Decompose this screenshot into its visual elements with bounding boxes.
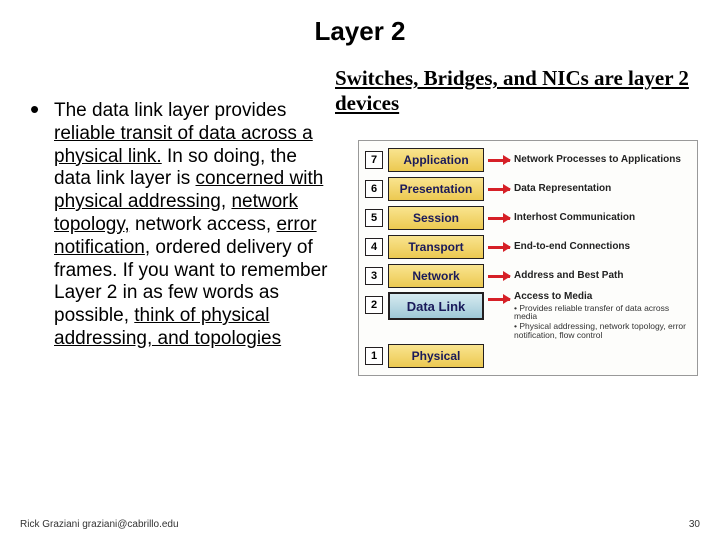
arrow-right-icon: [484, 298, 514, 301]
arrow-right-icon: [484, 188, 514, 191]
layer-box: Transport: [388, 235, 484, 259]
body-seg: network access,: [130, 214, 277, 235]
bullet-icon: •: [30, 100, 39, 118]
layer-desc: Access to Media Provides reliable transf…: [514, 292, 691, 340]
layer-box: Network: [388, 264, 484, 288]
osi-row: 6 Presentation Data Representation: [365, 176, 691, 202]
arrow-right-icon: [484, 217, 514, 220]
arrow-right-icon: [484, 159, 514, 162]
osi-row: 5 Session Interhost Communication: [365, 205, 691, 231]
layer-box: Application: [388, 148, 484, 172]
arrow-right-icon: [484, 275, 514, 278]
layer-desc: Network Processes to Applications: [514, 155, 691, 166]
layer-desc: End-to-end Connections: [514, 242, 691, 253]
layer-desc-sub: Physical addressing, network topology, e…: [514, 322, 691, 340]
layer-number: 6: [365, 180, 383, 198]
layer-number: 7: [365, 151, 383, 169]
osi-row: 1 Physical: [365, 343, 691, 369]
osi-row: 3 Network Address and Best Path: [365, 263, 691, 289]
layer-desc-sub: Provides reliable transfer of data acros…: [514, 304, 691, 322]
layer-desc: Address and Best Path: [514, 271, 691, 282]
layer-number: 5: [365, 209, 383, 227]
body-seg: The data link layer provides: [54, 100, 286, 121]
layer-box: Physical: [388, 344, 484, 368]
osi-row: 4 Transport End-to-end Connections: [365, 234, 691, 260]
page-number: 30: [689, 519, 700, 530]
page-title: Layer 2: [0, 0, 720, 53]
osi-row-highlight: 2 Data Link Access to Media Provides rel…: [365, 292, 691, 340]
layer-desc: Data Representation: [514, 184, 691, 195]
layer-number: 3: [365, 267, 383, 285]
osi-diagram: 7 Application Network Processes to Appli…: [358, 140, 698, 376]
layer-box-highlight: Data Link: [388, 292, 484, 320]
layer-box: Presentation: [388, 177, 484, 201]
footer-author: Rick Graziani graziani@cabrillo.edu: [20, 519, 179, 530]
layer-box: Session: [388, 206, 484, 230]
body-paragraph: The data link layer provides reliable tr…: [54, 100, 339, 351]
footer: Rick Graziani graziani@cabrillo.edu 30: [20, 519, 700, 530]
layer-number: 1: [365, 347, 383, 365]
osi-row: 7 Application Network Processes to Appli…: [365, 147, 691, 173]
subtitle: Switches, Bridges, and NICs are layer 2 …: [335, 66, 705, 116]
layer-desc: Interhost Communication: [514, 213, 691, 224]
layer-desc-title: Access to Media: [514, 291, 592, 302]
layer-number: 2: [365, 296, 383, 314]
arrow-right-icon: [484, 246, 514, 249]
body-seg: ,: [221, 191, 232, 212]
layer-number: 4: [365, 238, 383, 256]
